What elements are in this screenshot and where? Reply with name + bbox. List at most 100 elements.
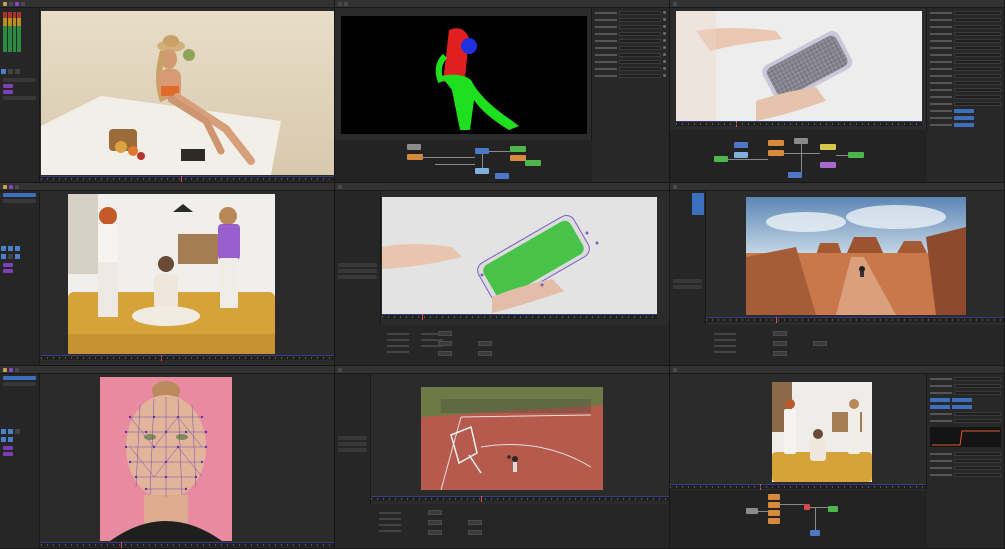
graph-node[interactable] bbox=[746, 508, 758, 514]
tool-button[interactable] bbox=[9, 184, 13, 189]
graph-node[interactable] bbox=[510, 155, 526, 161]
timeline[interactable] bbox=[706, 317, 1004, 323]
property-field[interactable] bbox=[954, 451, 1001, 456]
toggle-icon[interactable] bbox=[8, 254, 13, 259]
tool-button[interactable] bbox=[3, 367, 7, 372]
property-field[interactable] bbox=[954, 108, 974, 113]
graph-node[interactable] bbox=[788, 172, 802, 178]
toggle-icon[interactable] bbox=[8, 437, 13, 442]
viewer[interactable] bbox=[41, 11, 334, 175]
property-field[interactable] bbox=[954, 465, 1001, 470]
graph-node[interactable] bbox=[828, 506, 838, 512]
node-graph[interactable] bbox=[335, 140, 592, 182]
panel-row[interactable] bbox=[3, 452, 13, 456]
keyframe-icon[interactable] bbox=[663, 60, 666, 63]
timeline[interactable] bbox=[41, 542, 334, 548]
panel-row[interactable] bbox=[338, 448, 367, 452]
settings-button[interactable] bbox=[773, 351, 787, 356]
settings-button[interactable] bbox=[813, 341, 827, 346]
panel-row[interactable] bbox=[3, 269, 13, 273]
toggle-icon[interactable] bbox=[1, 246, 6, 251]
graph-node[interactable] bbox=[734, 152, 748, 158]
property-field[interactable] bbox=[954, 418, 1001, 423]
toggle-icon[interactable] bbox=[8, 429, 13, 434]
property-field[interactable] bbox=[954, 383, 1001, 388]
panel-row[interactable] bbox=[3, 78, 36, 82]
toggle-icon[interactable] bbox=[15, 246, 20, 251]
settings-button[interactable] bbox=[428, 530, 442, 535]
graph-node[interactable] bbox=[848, 152, 864, 158]
graph-node[interactable] bbox=[820, 144, 836, 150]
settings-button[interactable] bbox=[438, 341, 452, 346]
settings-button[interactable] bbox=[438, 351, 452, 356]
property-field[interactable] bbox=[954, 59, 1001, 64]
tool-button[interactable] bbox=[15, 367, 19, 372]
toggle-icon[interactable] bbox=[1, 254, 6, 259]
tool-button[interactable] bbox=[3, 1, 7, 6]
panel-row[interactable] bbox=[3, 193, 36, 197]
panel-row[interactable] bbox=[3, 199, 36, 203]
panel-row[interactable] bbox=[3, 376, 36, 380]
property-field[interactable] bbox=[954, 411, 1001, 416]
node-graph[interactable] bbox=[670, 130, 927, 182]
panel-row[interactable] bbox=[3, 263, 13, 267]
viewer[interactable] bbox=[341, 16, 587, 134]
panel-row[interactable] bbox=[3, 382, 36, 386]
toggle-icon[interactable] bbox=[1, 429, 6, 434]
property-field[interactable] bbox=[954, 122, 974, 127]
property-field[interactable] bbox=[619, 66, 661, 71]
property-field[interactable] bbox=[954, 66, 1001, 71]
tool-button[interactable] bbox=[21, 1, 25, 6]
timeline[interactable] bbox=[41, 355, 334, 361]
panel-row[interactable] bbox=[3, 446, 13, 450]
property-field[interactable] bbox=[619, 45, 661, 50]
timeline[interactable] bbox=[670, 484, 927, 490]
panel-row[interactable] bbox=[338, 263, 377, 267]
graph-node[interactable] bbox=[768, 510, 780, 516]
panel-row[interactable] bbox=[692, 193, 704, 215]
viewer[interactable] bbox=[68, 194, 275, 354]
panel-row[interactable] bbox=[338, 275, 377, 279]
panel-row[interactable] bbox=[338, 269, 377, 273]
tool-button[interactable] bbox=[15, 1, 19, 6]
property-field[interactable] bbox=[954, 390, 1001, 395]
graph-node[interactable] bbox=[768, 150, 784, 156]
node-graph[interactable] bbox=[670, 490, 927, 548]
keyframe-icon[interactable] bbox=[663, 32, 666, 35]
panel-row[interactable] bbox=[338, 436, 367, 440]
graph-node[interactable] bbox=[525, 160, 541, 166]
property-field[interactable] bbox=[954, 45, 1001, 50]
viewer[interactable] bbox=[421, 387, 603, 490]
settings-button[interactable] bbox=[438, 331, 452, 336]
tool-button[interactable] bbox=[9, 367, 13, 372]
property-field[interactable] bbox=[619, 24, 661, 29]
keyframe-icon[interactable] bbox=[663, 25, 666, 28]
keyframe-icon[interactable] bbox=[663, 67, 666, 70]
toggle-icon[interactable] bbox=[15, 69, 20, 74]
keyframe-icon[interactable] bbox=[663, 46, 666, 49]
keyframe-icon[interactable] bbox=[663, 53, 666, 56]
tool-button[interactable] bbox=[673, 367, 677, 372]
graph-node[interactable] bbox=[768, 518, 780, 524]
settings-button[interactable] bbox=[468, 530, 482, 535]
property-field[interactable] bbox=[619, 17, 661, 22]
tool-button[interactable] bbox=[338, 367, 342, 372]
tool-button[interactable] bbox=[338, 184, 342, 189]
property-field[interactable] bbox=[954, 87, 1001, 92]
property-field[interactable] bbox=[954, 31, 1001, 36]
graph-node[interactable] bbox=[407, 144, 421, 150]
tool-button[interactable] bbox=[673, 1, 677, 6]
property-field[interactable] bbox=[952, 397, 972, 402]
property-field[interactable] bbox=[619, 52, 661, 57]
viewer[interactable] bbox=[746, 197, 966, 315]
graph-node[interactable] bbox=[475, 168, 489, 174]
viewer[interactable] bbox=[382, 197, 657, 314]
property-field[interactable] bbox=[954, 458, 1001, 463]
property-field[interactable] bbox=[954, 472, 1001, 477]
toggle-icon[interactable] bbox=[8, 246, 13, 251]
keyframe-icon[interactable] bbox=[663, 39, 666, 42]
property-field[interactable] bbox=[619, 73, 661, 78]
viewer[interactable] bbox=[100, 377, 232, 541]
panel-row[interactable] bbox=[3, 90, 13, 94]
property-field[interactable] bbox=[619, 59, 661, 64]
